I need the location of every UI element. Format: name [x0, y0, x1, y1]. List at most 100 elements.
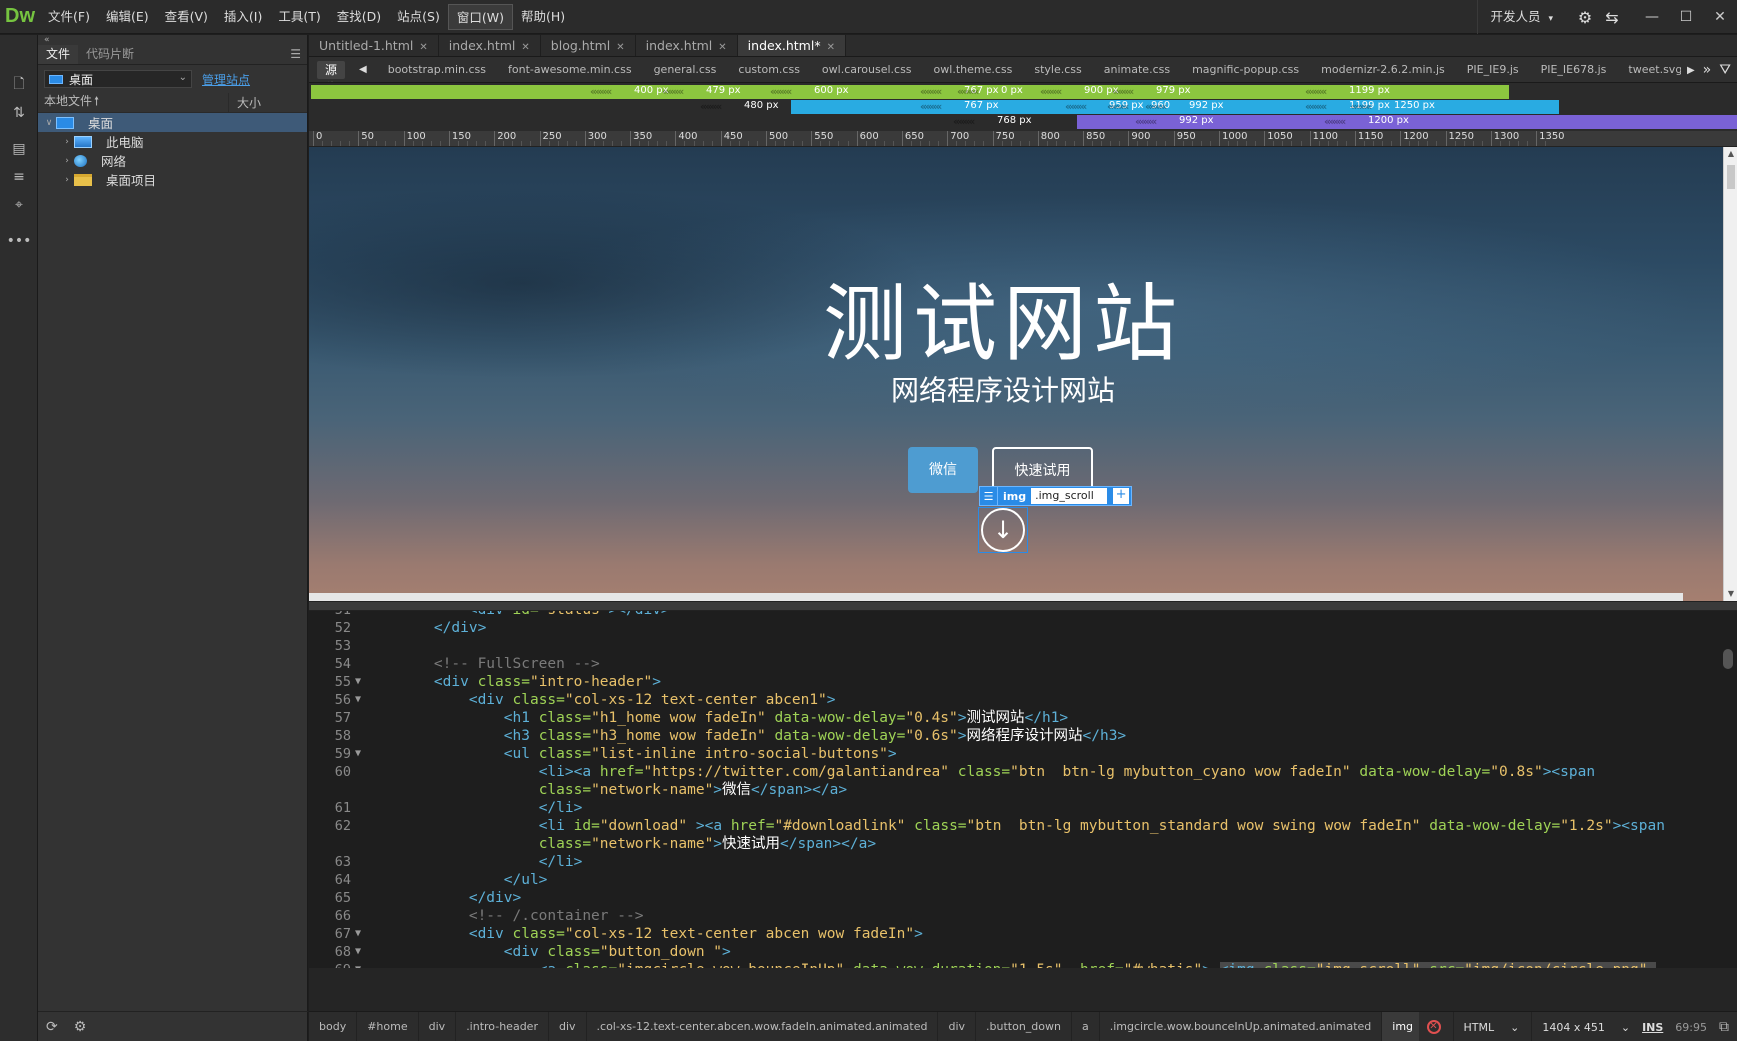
transfer-icon[interactable]: ⇅	[0, 99, 38, 127]
more-icon[interactable]: •••	[0, 227, 38, 255]
tree-item[interactable]: › 此电脑	[38, 132, 307, 151]
wechat-button[interactable]: 微信	[908, 447, 978, 493]
insert-mode[interactable]: INS	[1642, 1021, 1663, 1034]
code-text[interactable]: </li>	[399, 853, 583, 871]
hero-subtitle[interactable]: 网络程序设计网站	[309, 369, 1697, 409]
menu-item[interactable]: 帮助(H)	[513, 4, 573, 30]
collapse-panel-icon[interactable]: «	[38, 35, 307, 45]
media-query-row-max[interactable]	[311, 85, 1509, 99]
view-splitter[interactable]	[309, 601, 1737, 611]
fold-icon[interactable]: ▼	[355, 745, 361, 763]
related-file[interactable]: bootstrap.min.css	[377, 63, 497, 76]
new-document-icon[interactable]: 🗋	[0, 71, 38, 99]
workspace-switcher[interactable]: 开发人员 ▾	[1477, 0, 1565, 34]
gear-icon[interactable]: ⚙	[1565, 0, 1605, 34]
expand-icon[interactable]: ›	[60, 175, 74, 185]
code-view[interactable]: 51 <div id="status"></div>52 </div>5354 …	[309, 611, 1737, 968]
code-text[interactable]: <a class="imgcircle wow bounceInUp" data…	[399, 961, 1657, 968]
preview-icon[interactable]: ⧉	[1719, 1019, 1729, 1035]
code-text[interactable]: <div class="col-xs-12 text-center abcen …	[399, 925, 923, 943]
scroll-down-image[interactable]: ↓	[978, 507, 1028, 553]
format-source-icon[interactable]: ≡	[0, 163, 38, 191]
live-view-hscrollbar[interactable]	[309, 593, 1683, 601]
source-code-button[interactable]: 源代码	[317, 60, 346, 82]
tree-item[interactable]: › 网络	[38, 151, 307, 170]
site-select[interactable]: 桌面 ⌄	[44, 70, 192, 88]
tag-breadcrumb[interactable]: .button_down	[976, 1012, 1072, 1041]
expand-icon[interactable]: ›	[60, 137, 74, 147]
chevron-right-icon[interactable]: ▶	[1687, 65, 1695, 76]
related-file[interactable]: owl.theme.css	[923, 63, 1024, 76]
language-select[interactable]: HTML ⌄	[1452, 1012, 1519, 1041]
menu-item[interactable]: 编辑(E)	[98, 4, 157, 30]
related-file[interactable]: animate.css	[1093, 63, 1181, 76]
inspect-icon[interactable]: ▤	[0, 135, 38, 163]
code-text[interactable]: <h1 class="h1_home wow fadeIn" data-wow-…	[399, 709, 1068, 727]
close-icon[interactable]: ✕	[827, 42, 835, 53]
document-tab[interactable]: index.html* ✕	[737, 35, 846, 56]
panel-menu-icon[interactable]: ☰	[290, 47, 301, 61]
code-text[interactable]: </div>	[399, 889, 521, 907]
expand-icon[interactable]: ∨	[42, 118, 56, 128]
related-file[interactable]: modernizr-2.6.2.min.js	[1310, 63, 1456, 76]
fold-icon[interactable]: ▼	[355, 673, 361, 691]
viewport-size-select[interactable]: 1404 x 451 ⌄	[1531, 1012, 1630, 1041]
add-class-button[interactable]: +	[1113, 488, 1130, 504]
code-text[interactable]: <div id="status"></div>	[399, 611, 670, 619]
document-tab[interactable]: blog.html ✕	[541, 35, 636, 56]
hero-title[interactable]: 测试网站	[309, 257, 1697, 378]
tag-breadcrumb[interactable]: .imgcircle.wow.bounceInUp.animated.anima…	[1100, 1012, 1383, 1041]
menu-item[interactable]: 工具(T)	[270, 4, 328, 30]
related-file[interactable]: PIE_IE678.js	[1530, 63, 1618, 76]
tag-breadcrumb[interactable]: .col-xs-12.text-center.abcen.wow.fadeIn.…	[587, 1012, 939, 1041]
tag-breadcrumb[interactable]: div	[549, 1012, 587, 1041]
target-icon[interactable]: ⌖	[0, 191, 38, 219]
tab-snippets[interactable]: 代码片断	[78, 45, 142, 64]
menu-item[interactable]: 站点(S)	[389, 4, 448, 30]
close-icon[interactable]: ✕	[718, 42, 726, 53]
related-file[interactable]: owl.carousel.css	[811, 63, 923, 76]
code-text[interactable]: </div>	[399, 619, 486, 637]
overflow-icon[interactable]: »	[1703, 62, 1712, 78]
scroll-thumb[interactable]	[1727, 165, 1735, 189]
error-icon[interactable]: ✕	[1426, 1020, 1441, 1034]
scroll-up-icon[interactable]: ▲	[1724, 147, 1737, 161]
tag-breadcrumb[interactable]: body	[309, 1012, 358, 1041]
related-file[interactable]: font-awesome.min.css	[497, 63, 643, 76]
fold-icon[interactable]: ▼	[355, 961, 361, 968]
expand-icon[interactable]: ›	[60, 156, 74, 166]
tree-item[interactable]: › 桌面项目	[38, 170, 307, 189]
minimize-icon[interactable]: —	[1635, 0, 1669, 34]
code-text[interactable]: <div class="col-xs-12 text-center abcen1…	[399, 691, 836, 709]
code-text[interactable]: </li>	[399, 799, 583, 817]
manage-sites-link[interactable]: 管理站点	[202, 71, 250, 88]
tag-breadcrumb[interactable]: div	[938, 1012, 977, 1041]
sync-icon[interactable]: ⇆	[1605, 0, 1619, 34]
code-text[interactable]: <li><a href="https://twitter.com/galanti…	[399, 763, 1595, 781]
document-tab[interactable]: Untitled-1.html ✕	[309, 35, 439, 56]
refresh-icon[interactable]: ⟳	[46, 1019, 58, 1035]
chevron-left-icon[interactable]: ◀	[359, 64, 367, 75]
code-text[interactable]: <h3 class="h3_home wow fadeIn" data-wow-…	[399, 727, 1126, 745]
media-query-row-range[interactable]	[791, 100, 1559, 114]
column-size[interactable]: 大小	[228, 92, 261, 113]
hud-menu-icon[interactable]: ☰	[980, 487, 998, 505]
code-text[interactable]: class="network-name">快速试用</span></a>	[399, 835, 876, 853]
related-file[interactable]: style.css	[1023, 63, 1092, 76]
scroll-down-icon[interactable]: ▼	[1724, 587, 1737, 601]
code-scrollbar[interactable]	[1719, 611, 1737, 968]
tab-files[interactable]: 文件	[38, 45, 79, 64]
column-local-files[interactable]: 本地文件 🠕	[38, 92, 228, 113]
code-scroll-thumb[interactable]	[1723, 649, 1733, 669]
tag-breadcrumb[interactable]: #home	[357, 1012, 419, 1041]
tag-breadcrumb[interactable]: .intro-header	[456, 1012, 549, 1041]
menu-item[interactable]: 窗口(W)	[447, 3, 513, 30]
document-tab[interactable]: index.html ✕	[439, 35, 541, 56]
code-text[interactable]: </ul>	[399, 871, 548, 889]
menu-item[interactable]: 插入(I)	[216, 4, 270, 30]
live-view-scrollbar[interactable]: ▲ ▼	[1723, 147, 1737, 601]
close-icon[interactable]: ✕	[521, 42, 529, 53]
fold-icon[interactable]: ▼	[355, 943, 361, 961]
tree-item[interactable]: ∨ 桌面	[38, 113, 307, 132]
code-text[interactable]: <li id="download" ><a href="#downloadlin…	[399, 817, 1665, 835]
